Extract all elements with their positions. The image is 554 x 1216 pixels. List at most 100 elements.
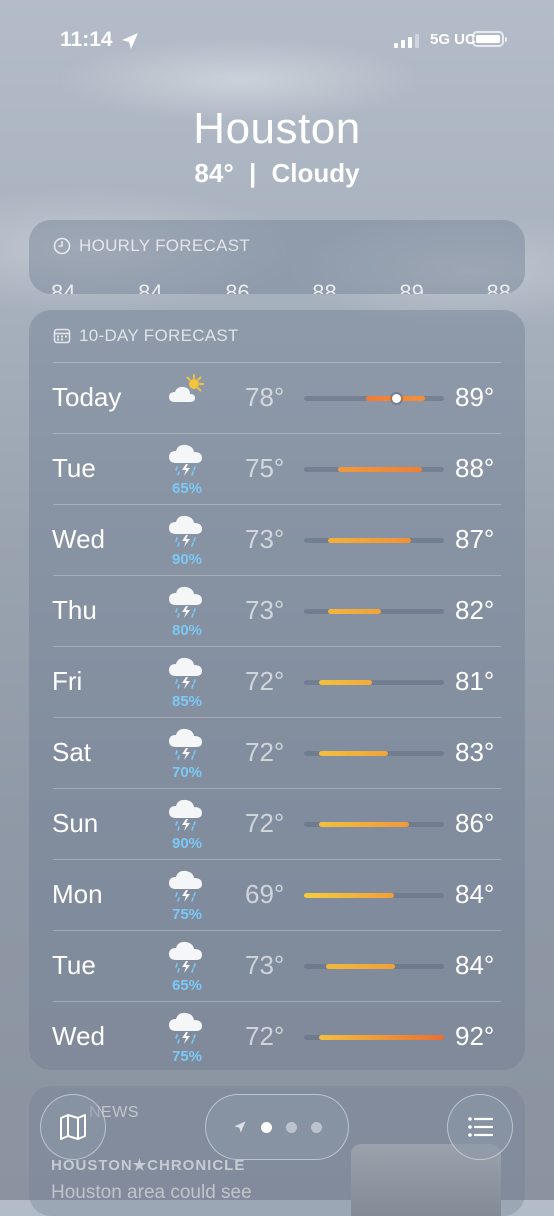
temp-range-bar <box>304 964 444 969</box>
precip-chance: 75% <box>171 906 203 923</box>
forecast-day: Sun <box>52 808 99 838</box>
map-icon <box>60 1114 86 1140</box>
forecast-row[interactable]: Wed 75% 72° 92° <box>29 1001 525 1072</box>
page-dot[interactable] <box>285 1121 297 1133</box>
forecast-day: Wed <box>52 1021 105 1051</box>
precip-chance: 65% <box>171 480 203 497</box>
location-arrow-icon <box>122 33 138 49</box>
partly-cloudy-icon <box>169 374 204 402</box>
row-divider <box>53 575 501 576</box>
ten-day-forecast-card[interactable]: 10-DAY FORECAST Today 78° 89° Tue 65% 75° 88° W… <box>29 310 525 1070</box>
temp-range-bar <box>304 609 444 614</box>
precip-chance: 90% <box>171 551 203 568</box>
battery-icon <box>472 31 507 47</box>
current-condition: Cloudy <box>271 158 360 188</box>
low-temp: 72° <box>245 666 285 696</box>
hourly-forecast-card[interactable]: HOURLY FORECAST 84 84 86 88 89 88 <box>29 220 525 294</box>
ten-day-forecast-title: 10-DAY FORECAST <box>79 326 239 345</box>
city-name: Houston <box>193 104 361 153</box>
low-temp: 72° <box>245 808 285 838</box>
temp-range-bar <box>304 467 444 472</box>
forecast-day: Fri <box>52 666 83 696</box>
hourly-temp: 88 <box>312 280 337 294</box>
temp-range-fill <box>338 467 422 472</box>
forecast-row[interactable]: Sat 70% 72° 83° <box>29 717 525 788</box>
city-list-button[interactable] <box>447 1094 513 1160</box>
ten-day-forecast-header: 10-DAY FORECAST <box>53 326 239 346</box>
thunderstorm-icon <box>169 941 202 973</box>
temp-range-bar <box>304 822 444 827</box>
forecast-row[interactable]: Wed 90% 73° 87° <box>29 504 525 575</box>
temp-range-bar <box>304 893 444 898</box>
calendar-icon <box>53 328 71 344</box>
temp-range-fill <box>319 1035 444 1040</box>
hourly-temp: 84 <box>51 280 76 294</box>
temp-range-bar <box>304 680 444 685</box>
thunderstorm-icon <box>169 586 202 618</box>
temp-range-fill <box>304 893 394 898</box>
news-headline[interactable]: Houston area could see <box>51 1182 252 1204</box>
low-temp: 72° <box>245 1021 285 1051</box>
thunderstorm-icon <box>169 799 202 831</box>
page-dot[interactable] <box>260 1121 272 1133</box>
thunderstorm-icon <box>169 444 202 476</box>
high-temp: 92° <box>455 1021 495 1051</box>
high-temp: 81° <box>455 666 495 696</box>
hourly-forecast-title: HOURLY FORECAST <box>79 236 251 255</box>
high-temp: 83° <box>455 737 495 767</box>
precip-chance: 65% <box>171 977 203 994</box>
row-divider <box>53 859 501 860</box>
high-temp: 86° <box>455 808 495 838</box>
temp-range-bar <box>304 394 444 403</box>
high-temp: 88° <box>455 453 495 483</box>
low-temp: 72° <box>245 737 285 767</box>
low-temp: 75° <box>245 453 285 483</box>
row-divider <box>53 362 501 363</box>
temp-range-fill <box>326 964 395 969</box>
hourly-temp: 88 <box>486 280 511 294</box>
hourly-forecast-header: HOURLY FORECAST <box>53 236 250 256</box>
current-temp: 84° <box>194 158 234 188</box>
low-temp: 73° <box>245 524 285 554</box>
hourly-temp: 89 <box>399 280 424 294</box>
temp-range-fill <box>319 751 388 756</box>
forecast-row[interactable]: Tue 65% 73° 84° <box>29 930 525 1001</box>
temp-range-fill <box>319 822 409 827</box>
high-temp: 87° <box>455 524 495 554</box>
precip-chance: 85% <box>171 693 203 710</box>
hourly-temp: 86 <box>225 280 250 294</box>
forecast-row[interactable]: Fri 85% 72° 81° <box>29 646 525 717</box>
row-divider <box>53 1001 501 1002</box>
row-divider <box>53 504 501 505</box>
network-type: 5G UC <box>430 31 476 48</box>
temp-range-bar <box>304 1035 444 1040</box>
precip-chance: 70% <box>171 764 203 781</box>
thunderstorm-icon <box>169 515 202 547</box>
page-indicator[interactable] <box>205 1094 349 1160</box>
temp-range-fill <box>328 538 411 543</box>
map-button[interactable] <box>40 1094 106 1160</box>
page-dot[interactable] <box>310 1121 322 1133</box>
high-temp: 82° <box>455 595 495 625</box>
status-time: 11:14 <box>60 28 113 51</box>
forecast-row[interactable]: Thu 80% 73° 82° <box>29 575 525 646</box>
forecast-row[interactable]: Mon 75% 69° 84° <box>29 859 525 930</box>
forecast-day: Tue <box>52 453 96 483</box>
location-arrow-icon[interactable] <box>233 1120 247 1134</box>
status-bar: 11:14 5G UC <box>0 28 554 58</box>
forecast-row[interactable]: Tue 65% 75° 88° <box>29 433 525 504</box>
high-temp: 84° <box>455 950 495 980</box>
row-divider <box>53 433 501 434</box>
thunderstorm-icon <box>169 870 202 902</box>
row-divider <box>53 717 501 718</box>
current-conditions: 84° | Cloudy <box>0 158 554 189</box>
forecast-day: Wed <box>52 524 105 554</box>
forecast-day: Thu <box>52 595 97 625</box>
row-divider <box>53 646 501 647</box>
forecast-row[interactable]: Today 78° 89° <box>29 362 525 433</box>
forecast-row[interactable]: Sun 90% 72° 86° <box>29 788 525 859</box>
cellular-signal-icon <box>394 34 419 48</box>
temp-range-fill <box>328 609 381 614</box>
thunderstorm-icon <box>169 657 202 689</box>
hourly-temps: 84 84 86 88 89 88 <box>51 280 511 294</box>
